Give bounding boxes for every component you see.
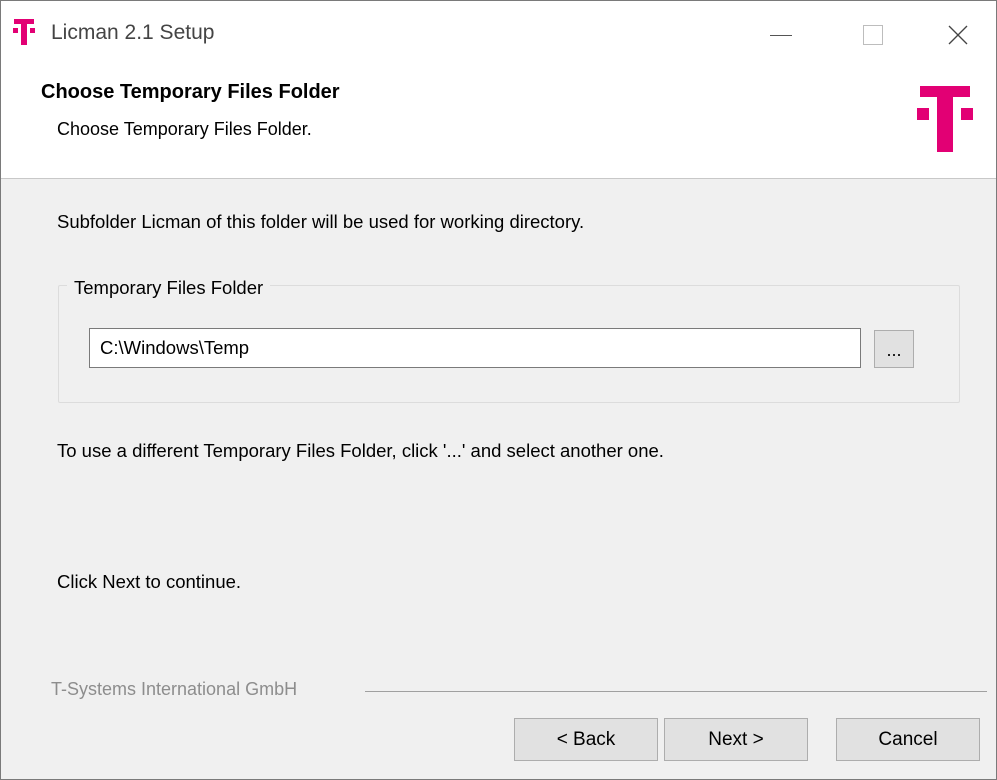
continue-text: Click Next to continue. — [57, 571, 242, 592]
cancel-button[interactable]: Cancel — [836, 718, 980, 761]
brand-label: T-Systems International GmbH — [51, 679, 298, 699]
next-button[interactable]: Next > — [664, 718, 808, 761]
page-subtitle: Choose Temporary Files Folder. — [57, 119, 312, 139]
minimize-button[interactable] — [735, 1, 827, 69]
setup-window: Licman 2.1 Setup Choose Temporary Files … — [0, 0, 997, 780]
folder-path-input[interactable] — [89, 328, 861, 368]
footer-divider — [365, 691, 987, 692]
wizard-header: Choose Temporary Files Folder Choose Tem… — [1, 69, 996, 179]
folder-description: Subfolder Licman of this folder will be … — [57, 211, 585, 232]
telekom-logo-icon — [917, 86, 973, 152]
groupbox-label: Temporary Files Folder — [67, 277, 271, 299]
title-bar: Licman 2.1 Setup — [1, 1, 996, 69]
close-icon — [948, 25, 967, 45]
browse-hint: To use a different Temporary Files Folde… — [57, 440, 664, 461]
minimize-icon — [770, 34, 792, 36]
maximize-button[interactable] — [827, 1, 919, 69]
maximize-icon — [863, 25, 883, 45]
telekom-logo-icon — [13, 19, 35, 45]
window-title: Licman 2.1 Setup — [51, 21, 215, 44]
close-button[interactable] — [919, 1, 996, 69]
page-title: Choose Temporary Files Folder — [41, 81, 340, 103]
back-button[interactable]: < Back — [514, 718, 658, 761]
browse-button[interactable]: ... — [874, 330, 914, 368]
